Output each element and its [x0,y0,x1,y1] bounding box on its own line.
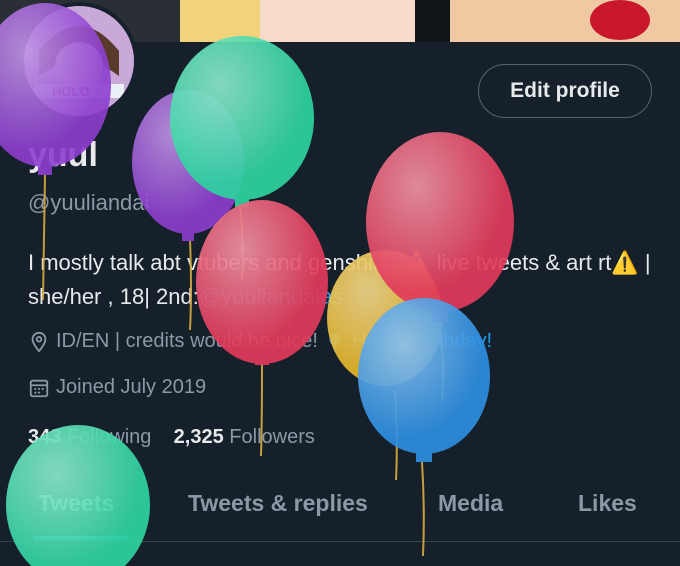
warning-icon: ⚠️ [611,250,639,275]
balloon-red-left [196,200,328,457]
profile-handle: @yuuliandai [28,190,150,215]
bio-text-1: I mostly talk abt vtubers and genshin | [28,250,404,275]
profile-joined-row: Joined July 2019 [28,376,206,399]
profile-location-row: ID/EN | credits would be nice! Happy bir… [28,330,492,353]
avatar-art [24,6,134,116]
calendar-icon [29,379,49,397]
profile-tabs: Tweets Tweets & replies Media Likes [0,470,680,540]
tab-likes[interactable]: Likes [578,490,637,517]
active-tab-indicator [33,536,129,540]
edit-profile-button[interactable]: Edit profile [478,64,652,118]
birthday-link[interactable]: Happy birthday! [352,330,492,353]
avatar[interactable]: HOLO [20,2,138,120]
balloon-icon [329,332,341,352]
profile-joined: Joined July 2019 [56,376,207,398]
followers-link[interactable]: 2,325 Followers [174,426,315,448]
bio-text-2: live tweets & art rt [430,250,612,275]
follow-stats: 343 Following 2,325 Followers [28,426,315,449]
tab-tweets-and-replies[interactable]: Tweets & replies [188,490,368,517]
banner-rose [590,0,650,40]
bio-mention-link[interactable]: @yuuliandaias [199,284,344,309]
following-count: 343 [28,426,62,448]
followers-label: Followers [229,426,315,448]
profile-location: ID/EN | credits would be nice! [56,330,318,352]
warning-icon: ⚠️ [403,250,431,275]
avatar-text: HOLO [52,84,90,99]
location-pin-icon [31,331,47,353]
followers-count: 2,325 [173,426,224,448]
following-label: Following [66,426,152,448]
balloon-green-top [170,36,314,281]
following-link[interactable]: 343 Following [28,426,151,448]
profile-name: yuul [28,136,98,174]
banner-art-center-2 [260,0,415,42]
tabs-divider [0,541,680,542]
profile-bio: I mostly talk abt vtubers and genshin | … [28,246,668,314]
tab-media[interactable]: Media [438,490,503,517]
tab-tweets[interactable]: Tweets [38,490,114,517]
